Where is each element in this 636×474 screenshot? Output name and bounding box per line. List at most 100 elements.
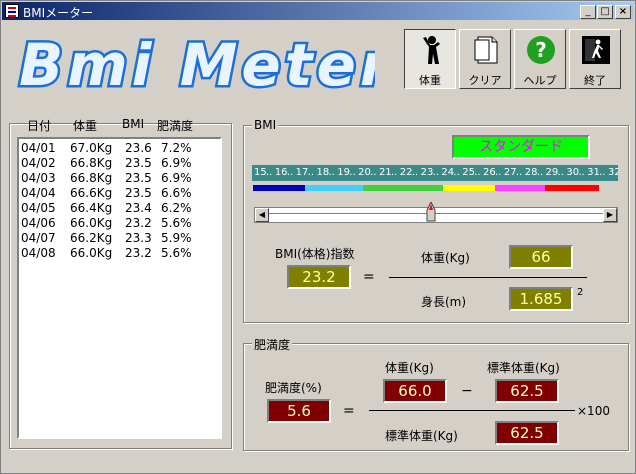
title-bar[interactable]: BMIメーター _ □ × [2,2,634,20]
bmi-scale-tick: 24 [441,167,455,178]
bmi-group-title: BMI [252,118,279,132]
clear-tool-button[interactable]: クリア [459,29,511,89]
history-date: 04/06 [21,216,56,230]
history-bmi: 23.3 [125,231,152,245]
bmi-scale-tick: 32 [608,167,618,178]
history-weight: 66.0Kg [70,216,113,230]
logo-text: Bmi Meter [19,31,375,99]
help-icon: ? [527,36,555,64]
history-weight: 67.0Kg [70,141,113,155]
bmi-scale-tick: 19 [337,167,351,178]
app-icon [5,4,19,18]
obesity-fraction-line [369,410,575,411]
bmi-scale-dots: .. [599,167,606,178]
bmi-index-label: BMI(体格)指数 [275,247,355,261]
bmi-scale-tick: 23 [420,167,434,178]
slider-thumb[interactable] [426,202,436,222]
bmi-weight-label: 体重(Kg) [421,251,470,265]
history-obesity: 6.9% [161,171,192,185]
obesity-denominator-label: 標準体重(Kg) [385,429,458,443]
history-date: 04/04 [21,186,56,200]
bmi-scale-dots: .. [286,167,294,178]
bmi-scale-tick: 22 [399,167,413,178]
history-weight: 66.0Kg [70,246,113,260]
bmi-color-band [363,185,443,191]
bmi-scale-dots: .. [328,167,335,178]
obesity-weight-value: 66.0 [383,379,447,403]
bmi-scale-tick: 26 [483,167,496,178]
history-obesity: 6.9% [161,156,192,170]
bmi-meter-window: BMIメーター _ □ × Bmi Meter 体重 クリア ? ヘルプ 終了 … [0,0,636,474]
bmi-status-badge: スタンダード [452,135,590,159]
exit-tool-button[interactable]: 終了 [569,29,621,89]
maximize-button[interactable]: □ [597,5,613,19]
bmi-scale-dots: .. [515,167,523,178]
bmi-scale-tick: 29 [545,167,559,178]
history-date: 04/05 [21,201,56,215]
bmi-index-value: 23.2 [287,265,351,289]
bmi-scale-tick: 27 [503,167,517,178]
history-obesity: 7.2% [161,141,192,155]
history-bmi: 23.2 [125,216,152,230]
bmi-scale-tick: 28 [524,167,538,178]
bmi-meter-logo: Bmi Meter [17,29,376,100]
person-icon [423,36,440,64]
history-weight: 66.4Kg [70,201,113,215]
clear-tool-label: クリア [468,74,502,87]
bmi-exponent: 2 [577,287,584,298]
bmi-scale-dots: .. [536,167,544,178]
history-bmi: 23.4 [125,201,152,215]
bmi-scale-dots: .. [266,167,273,178]
history-date: 04/01 [21,141,56,155]
bmi-scale-tick: 31 [587,167,600,178]
bmi-scale-dots: .. [370,167,377,178]
bmi-slider[interactable]: ◀ ▶ [254,202,618,223]
history-obesity: 5.6% [161,216,192,230]
help-tool-label: ヘルプ [523,74,557,87]
bmi-scale-dots: .. [432,167,439,178]
close-button[interactable]: × [615,5,631,19]
history-date: 04/08 [21,246,56,260]
history-weight: 66.2Kg [70,231,113,245]
history-weight: 66.6Kg [70,186,113,200]
exit-icon [582,36,610,64]
clear-document-icon [474,36,498,64]
bmi-scale-tick: 21 [378,167,392,178]
bmi-scale-tick: 25 [462,167,475,178]
minimize-button[interactable]: _ [580,5,596,19]
help-tool-button[interactable]: ? ヘルプ [514,29,566,89]
weight-tool-label: 体重 [419,74,441,87]
obesity-std-weight-label: 標準体重(Kg) [487,361,560,375]
bmi-scale-tick: 16 [274,167,288,178]
obesity-std-weight-value: 62.5 [495,379,559,403]
bmi-scale-dots: .. [495,167,502,178]
bmi-weight-value: 66 [509,245,573,269]
history-list[interactable]: 04/01 67.0Kg 23.6 7.2% 04/02 66.8Kg 23.5 6.9% 04… [17,137,222,439]
exit-tool-label: 終了 [584,74,606,87]
obesity-minus: − [461,383,473,399]
bmi-color-band [545,185,599,191]
bmi-scale-dots: .. [349,167,356,178]
bmi-color-band [253,185,305,191]
bmi-scale-dots: .. [474,167,481,178]
history-date: 04/07 [21,231,56,245]
history-obesity: 5.6% [161,246,192,260]
weight-tool-button[interactable]: 体重 [404,29,456,89]
slider-right-arrow[interactable]: ▶ [603,208,617,222]
obesity-equals: = [343,403,355,419]
obesity-denominator-value: 62.5 [495,421,559,445]
bmi-scale: 15.. 16.. 17.. 18.. 19.. 20.. 21.. 22.. 23.. 24..… [252,165,618,181]
history-weight: 66.8Kg [70,156,113,170]
slider-left-arrow[interactable]: ◀ [255,208,269,222]
obesity-weight-label: 体重(Kg) [385,361,434,375]
bmi-scale-dots: .. [390,167,398,178]
history-bmi: 23.5 [125,171,152,185]
bmi-header: BMI [122,117,145,131]
history-obesity: 5.9% [161,231,192,245]
obesity-group-title: 肥満度 [252,336,293,353]
bmi-scale-tick: 18 [316,167,330,178]
bmi-height-value: 1.685 [509,287,573,311]
weight-header: 体重 [73,119,98,133]
history-obesity: 6.2% [161,201,192,215]
history-bmi: 23.5 [125,186,152,200]
